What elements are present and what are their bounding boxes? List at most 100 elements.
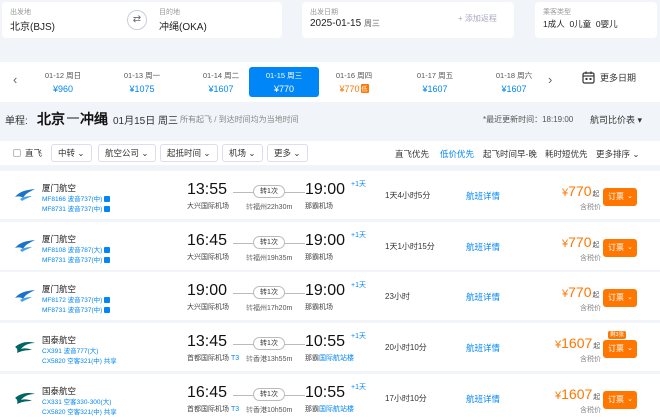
next-arrow-icon[interactable]: › bbox=[548, 72, 552, 87]
direct-checkbox[interactable] bbox=[13, 149, 21, 157]
flight-code[interactable]: CX331 空客330-300(大) bbox=[42, 399, 111, 406]
prev-arrow-icon[interactable]: ‹ bbox=[13, 72, 17, 87]
airline-name: 国泰航空 bbox=[42, 335, 77, 345]
sort-more[interactable]: 更多排序 ⌄ bbox=[596, 148, 640, 160]
date-cell-date: 01-15 周三 bbox=[265, 71, 303, 80]
arrival-airport: 那霸国际航站楼 bbox=[305, 355, 354, 362]
date-cell[interactable]: 01-17 周五 ¥1607 bbox=[409, 67, 461, 97]
flight-card[interactable]: 厦门航空 MF8108 波音787(大) MF8731 波音737(中) 16:45 大… bbox=[0, 222, 660, 270]
flight-code[interactable]: MF8731 波音737(中) bbox=[42, 307, 102, 314]
arrival-time: 19:00 bbox=[305, 181, 346, 198]
route-to: 冲绳 bbox=[80, 111, 108, 127]
flight-card[interactable]: 国泰航空 CX391 波音777(大) CX5820 空客321(中) 共享 13:4… bbox=[0, 323, 660, 371]
arrival-airport: 那霸机场 bbox=[305, 254, 333, 261]
next-day-badge: +1天 bbox=[351, 181, 366, 188]
departure-airport: 大兴国际机场 bbox=[187, 304, 229, 311]
meal-icon bbox=[104, 296, 111, 303]
transfer-dropdown[interactable]: 中转 ⌄ bbox=[51, 144, 92, 162]
flight-detail-link[interactable]: 航班详情 bbox=[466, 241, 500, 253]
airline-dropdown[interactable]: 航空公司 ⌄ bbox=[98, 144, 156, 162]
flight-detail-link[interactable]: 航班详情 bbox=[466, 342, 500, 354]
duration: 1天1小时15分 bbox=[385, 242, 435, 251]
next-day-badge: +1天 bbox=[351, 282, 366, 289]
flight-card[interactable]: 厦门航空 MF8172 波音737(中) MF8731 波音737(中) 19:00 大… bbox=[0, 272, 660, 320]
date-cell[interactable]: 01-16 周四 ¥770 低 bbox=[328, 67, 380, 97]
flight-card[interactable]: 国泰航空 CX331 空客330-300(大) CX5820 空客321(中) 共享… bbox=[0, 374, 660, 417]
date-cell-price: ¥960 bbox=[52, 84, 74, 94]
book-button[interactable]: 订票 ⌄ bbox=[603, 188, 637, 206]
arrival-airport: 那霸机场 bbox=[305, 203, 333, 210]
flight-code[interactable]: MF8108 波音787(大) bbox=[42, 247, 102, 254]
tax-note: 含税价 bbox=[580, 204, 601, 211]
price: ¥1607起 bbox=[555, 386, 601, 402]
sort-low-price[interactable]: 低价优先 bbox=[440, 148, 474, 160]
stop-badge[interactable]: 转1次 bbox=[253, 286, 285, 299]
departure-time: 13:55 bbox=[187, 181, 228, 198]
duration: 20小时10分 bbox=[385, 343, 427, 352]
date-cell[interactable]: 01-14 周二 ¥1607 bbox=[195, 67, 247, 97]
tax-note: 含税价 bbox=[580, 356, 601, 363]
departure-airport: 首都国际机场 T3 bbox=[187, 355, 240, 362]
direct-label[interactable]: 直飞 bbox=[25, 147, 42, 159]
flight-code[interactable]: CX5820 空客321(中) 共享 bbox=[42, 409, 117, 416]
flight-code[interactable]: MF8731 波音737(中) bbox=[42, 257, 102, 264]
time-dropdown[interactable]: 起抵时间 ⌄ bbox=[160, 144, 218, 162]
date-cell[interactable]: 01-12 周日 ¥960 bbox=[37, 67, 89, 97]
date-cell[interactable]: 01-13 周一 ¥1075 bbox=[116, 67, 168, 97]
arrival-airport: 那霸机场 bbox=[305, 304, 333, 311]
flight-code[interactable]: CX5820 空客321(中) 共享 bbox=[42, 358, 117, 365]
date-cell-date: 01-17 周五 bbox=[416, 71, 454, 80]
date-cell[interactable]: 01-15 周三 ¥770 bbox=[249, 67, 319, 97]
meal-icon bbox=[104, 195, 111, 202]
flight-detail-link[interactable]: 航班详情 bbox=[466, 190, 500, 202]
flight-card[interactable]: 厦门航空 MF8166 波音737(中) MF8731 波音737(中) 13:55 大… bbox=[0, 171, 660, 219]
from-value[interactable]: 北京(BJS) bbox=[10, 18, 55, 33]
add-return-button[interactable]: + 添加返程 bbox=[458, 13, 497, 24]
stop-badge[interactable]: 转1次 bbox=[253, 337, 285, 350]
sort-direct[interactable]: 直飞优先 bbox=[395, 148, 429, 160]
passenger-label: 乘客类型 bbox=[543, 9, 571, 16]
search-bar: 出发地 北京(BJS) 目的地 冲绳(OKA) ⇄ 出发日期 2025-01-1… bbox=[0, 0, 660, 42]
more-dates-label: 更多日期 bbox=[600, 73, 637, 83]
xiamen-airlines-logo-icon bbox=[15, 290, 35, 302]
flight-code[interactable]: MF8172 波音737(中) bbox=[42, 297, 102, 304]
chevron-down-icon: ⌄ bbox=[627, 193, 633, 200]
airline-name: 厦门航空 bbox=[42, 284, 77, 294]
stop-badge[interactable]: 转1次 bbox=[253, 185, 285, 198]
airline-compare-button[interactable]: 航司比价表 ▾ bbox=[590, 113, 642, 126]
xiamen-airlines-logo-icon bbox=[15, 240, 35, 252]
from-label: 出发地 bbox=[10, 9, 31, 16]
departure-airport: 首都国际机场 T3 bbox=[187, 406, 240, 413]
sort-early[interactable]: 起飞时间早-晚 bbox=[483, 148, 537, 160]
date-cell[interactable]: 01-18 周六 ¥1607 bbox=[488, 67, 540, 97]
flight-codes: MF8172 波音737(中) MF8731 波音737(中) bbox=[42, 296, 111, 316]
stop-badge[interactable]: 转1次 bbox=[253, 388, 285, 401]
airline-logo bbox=[14, 391, 36, 407]
date-cell-price: ¥1607 bbox=[501, 84, 527, 94]
departure-airport: 大兴国际机场 bbox=[187, 203, 229, 210]
passenger-value[interactable]: 1成人 0儿童 0婴儿 bbox=[543, 18, 618, 30]
flight-code[interactable]: MF8731 波音737(中) bbox=[42, 206, 102, 213]
date-value[interactable]: 2025-01-15 周三 bbox=[310, 18, 380, 29]
filter-bar: 直飞 中转 ⌄ 航空公司 ⌄ 起抵时间 ⌄ 机场 ⌄ 更多 ⌄ 直飞优先 低价优… bbox=[0, 141, 660, 165]
airport-dropdown[interactable]: 机场 ⌄ bbox=[222, 144, 263, 162]
stop-badge[interactable]: 转1次 bbox=[253, 236, 285, 249]
to-value[interactable]: 冲绳(OKA) bbox=[159, 18, 207, 33]
book-button[interactable]: 订票 ⌄ bbox=[603, 391, 637, 409]
passenger-field[interactable]: 乘客类型 1成人 0儿童 0婴儿 bbox=[535, 2, 657, 38]
flight-code[interactable]: CX391 波音777(大) bbox=[42, 348, 98, 355]
arrival-time: 10:55 bbox=[305, 333, 346, 350]
flight-code[interactable]: MF8166 波音737(中) bbox=[42, 196, 102, 203]
book-button[interactable]: 订票 ⌄ bbox=[603, 289, 637, 307]
more-dates-button[interactable]: 更多日期 bbox=[582, 71, 636, 84]
date-cell-date: 01-16 周四 bbox=[335, 71, 373, 80]
book-button[interactable]: 订票 ⌄ bbox=[603, 340, 637, 358]
more-filter-dropdown[interactable]: 更多 ⌄ bbox=[267, 144, 308, 162]
swap-icon[interactable]: ⇄ bbox=[127, 10, 147, 30]
flight-detail-link[interactable]: 航班详情 bbox=[466, 393, 500, 405]
departure-time: 19:00 bbox=[187, 282, 228, 299]
book-button[interactable]: 订票 ⌄ bbox=[603, 239, 637, 257]
flight-detail-link[interactable]: 航班详情 bbox=[466, 291, 500, 303]
trip-type: 单程: bbox=[5, 116, 28, 127]
sort-short[interactable]: 耗时短优先 bbox=[545, 148, 588, 160]
